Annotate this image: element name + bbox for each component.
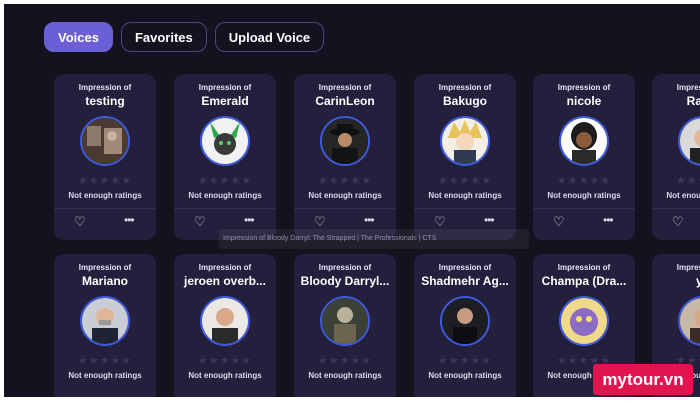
card-name: Emerald — [201, 94, 249, 108]
card-name: Champa (Dra... — [541, 274, 627, 288]
rating-stars: ★★★★★ — [317, 355, 373, 367]
card-name: nicole — [566, 94, 602, 108]
card-tooltip: Impression of Bloody Darryl: The Strappe… — [219, 229, 529, 249]
card-name: Bloody Darryl... — [300, 274, 390, 288]
rating-stars: ★★★★★ — [556, 175, 612, 187]
avatar — [559, 296, 609, 346]
heart-icon[interactable]: ♡ — [672, 215, 684, 228]
rating-stars: ★★★★★ — [197, 175, 253, 187]
card-name: Rajoy — [686, 94, 700, 108]
voice-card-testing[interactable]: Impression of testing ★★★★★ Not enough r… — [54, 74, 156, 240]
avatar — [320, 296, 370, 346]
voice-card-rajoy[interactable]: Impression of Rajoy ★★★★★ Not enough rat… — [652, 74, 700, 240]
heart-icon[interactable]: ♡ — [194, 215, 206, 228]
rating-stars: ★★★★★ — [437, 175, 493, 187]
voice-card-bakugo[interactable]: Impression of Bakugo ★★★★★ Not enough ra… — [414, 74, 516, 240]
card-prefix: Impression of — [198, 83, 252, 92]
heart-icon[interactable]: ♡ — [553, 215, 565, 228]
card-name: yo — [695, 274, 700, 288]
rating-text: Not enough ratings — [428, 191, 502, 200]
card-prefix: Impression of — [676, 83, 700, 92]
card-prefix: Impression of — [438, 263, 492, 272]
card-name: CarinLeon — [315, 94, 375, 108]
card-name: Mariano — [81, 274, 128, 288]
card-name: Shadmehr Ag... — [421, 274, 509, 288]
card-prefix: Impression of — [78, 83, 132, 92]
card-prefix: Impression of — [318, 83, 372, 92]
card-prefix: Impression of — [676, 263, 700, 272]
watermark-logo: mytour.vn — [593, 364, 693, 395]
avatar — [80, 296, 130, 346]
card-actions: ♡ ••• — [652, 208, 700, 237]
voice-card-carinleon[interactable]: Impression of CarinLeon ★★★★★ Not enough… — [294, 74, 396, 240]
rating-text: Not enough ratings — [188, 371, 262, 380]
rating-text: Not enough ratings — [68, 191, 142, 200]
avatar — [678, 296, 700, 346]
more-icon[interactable]: ••• — [244, 213, 255, 227]
app-window: Voices Favorites Upload Voice Impression… — [4, 4, 700, 397]
avatar — [559, 116, 609, 166]
rating-text: Not enough ratings — [666, 191, 700, 200]
voice-card-mariano[interactable]: Impression of Mariano ★★★★★ Not enough r… — [54, 254, 156, 397]
card-name: testing — [85, 94, 125, 108]
avatar — [200, 296, 250, 346]
tab-voices[interactable]: Voices — [44, 22, 113, 52]
rating-text: Not enough ratings — [308, 191, 382, 200]
heart-icon[interactable]: ♡ — [74, 215, 86, 228]
avatar — [80, 116, 130, 166]
card-actions: ♡ ••• — [533, 208, 635, 237]
tab-upload-voice[interactable]: Upload Voice — [214, 22, 325, 52]
voice-card-emerald[interactable]: Impression of Emerald ★★★★★ Not enough r… — [174, 74, 276, 240]
avatar — [440, 296, 490, 346]
card-actions: ♡ ••• — [54, 208, 156, 237]
rating-stars: ★★★★★ — [675, 175, 700, 187]
voice-card-nicole[interactable]: Impression of nicole ★★★★★ Not enough ra… — [533, 74, 635, 240]
more-icon[interactable]: ••• — [484, 213, 495, 227]
rating-text: Not enough ratings — [547, 191, 621, 200]
rating-text: Not enough ratings — [428, 371, 502, 380]
card-prefix: Impression of — [557, 83, 611, 92]
heart-icon[interactable]: ♡ — [314, 215, 326, 228]
voice-card-bloody-darryl[interactable]: Impression of Bloody Darryl... ★★★★★ Not… — [294, 254, 396, 397]
avatar — [200, 116, 250, 166]
card-prefix: Impression of — [438, 83, 492, 92]
tab-favorites[interactable]: Favorites — [120, 22, 207, 52]
rating-stars: ★★★★★ — [437, 355, 493, 367]
rating-text: Not enough ratings — [188, 191, 262, 200]
more-icon[interactable]: ••• — [603, 213, 614, 227]
card-prefix: Impression of — [78, 263, 132, 272]
rating-text: Not enough ratings — [68, 371, 142, 380]
card-prefix: Impression of — [198, 263, 252, 272]
rating-text: Not enough ratings — [308, 371, 382, 380]
more-icon[interactable]: ••• — [364, 213, 375, 227]
avatar — [678, 116, 700, 166]
rating-stars: ★★★★★ — [77, 355, 133, 367]
rating-stars: ★★★★★ — [317, 175, 373, 187]
tab-bar: Voices Favorites Upload Voice — [44, 22, 325, 52]
voice-card-shadmehr[interactable]: Impression of Shadmehr Ag... ★★★★★ Not e… — [414, 254, 516, 397]
rating-stars: ★★★★★ — [77, 175, 133, 187]
avatar — [320, 116, 370, 166]
voice-card-jeroen[interactable]: Impression of jeroen overb... ★★★★★ Not … — [174, 254, 276, 397]
card-prefix: Impression of — [557, 263, 611, 272]
card-prefix: Impression of — [318, 263, 372, 272]
avatar — [440, 116, 490, 166]
card-name: jeroen overb... — [183, 274, 267, 288]
rating-stars: ★★★★★ — [197, 355, 253, 367]
more-icon[interactable]: ••• — [124, 213, 135, 227]
card-name: Bakugo — [442, 94, 487, 108]
heart-icon[interactable]: ♡ — [434, 215, 446, 228]
